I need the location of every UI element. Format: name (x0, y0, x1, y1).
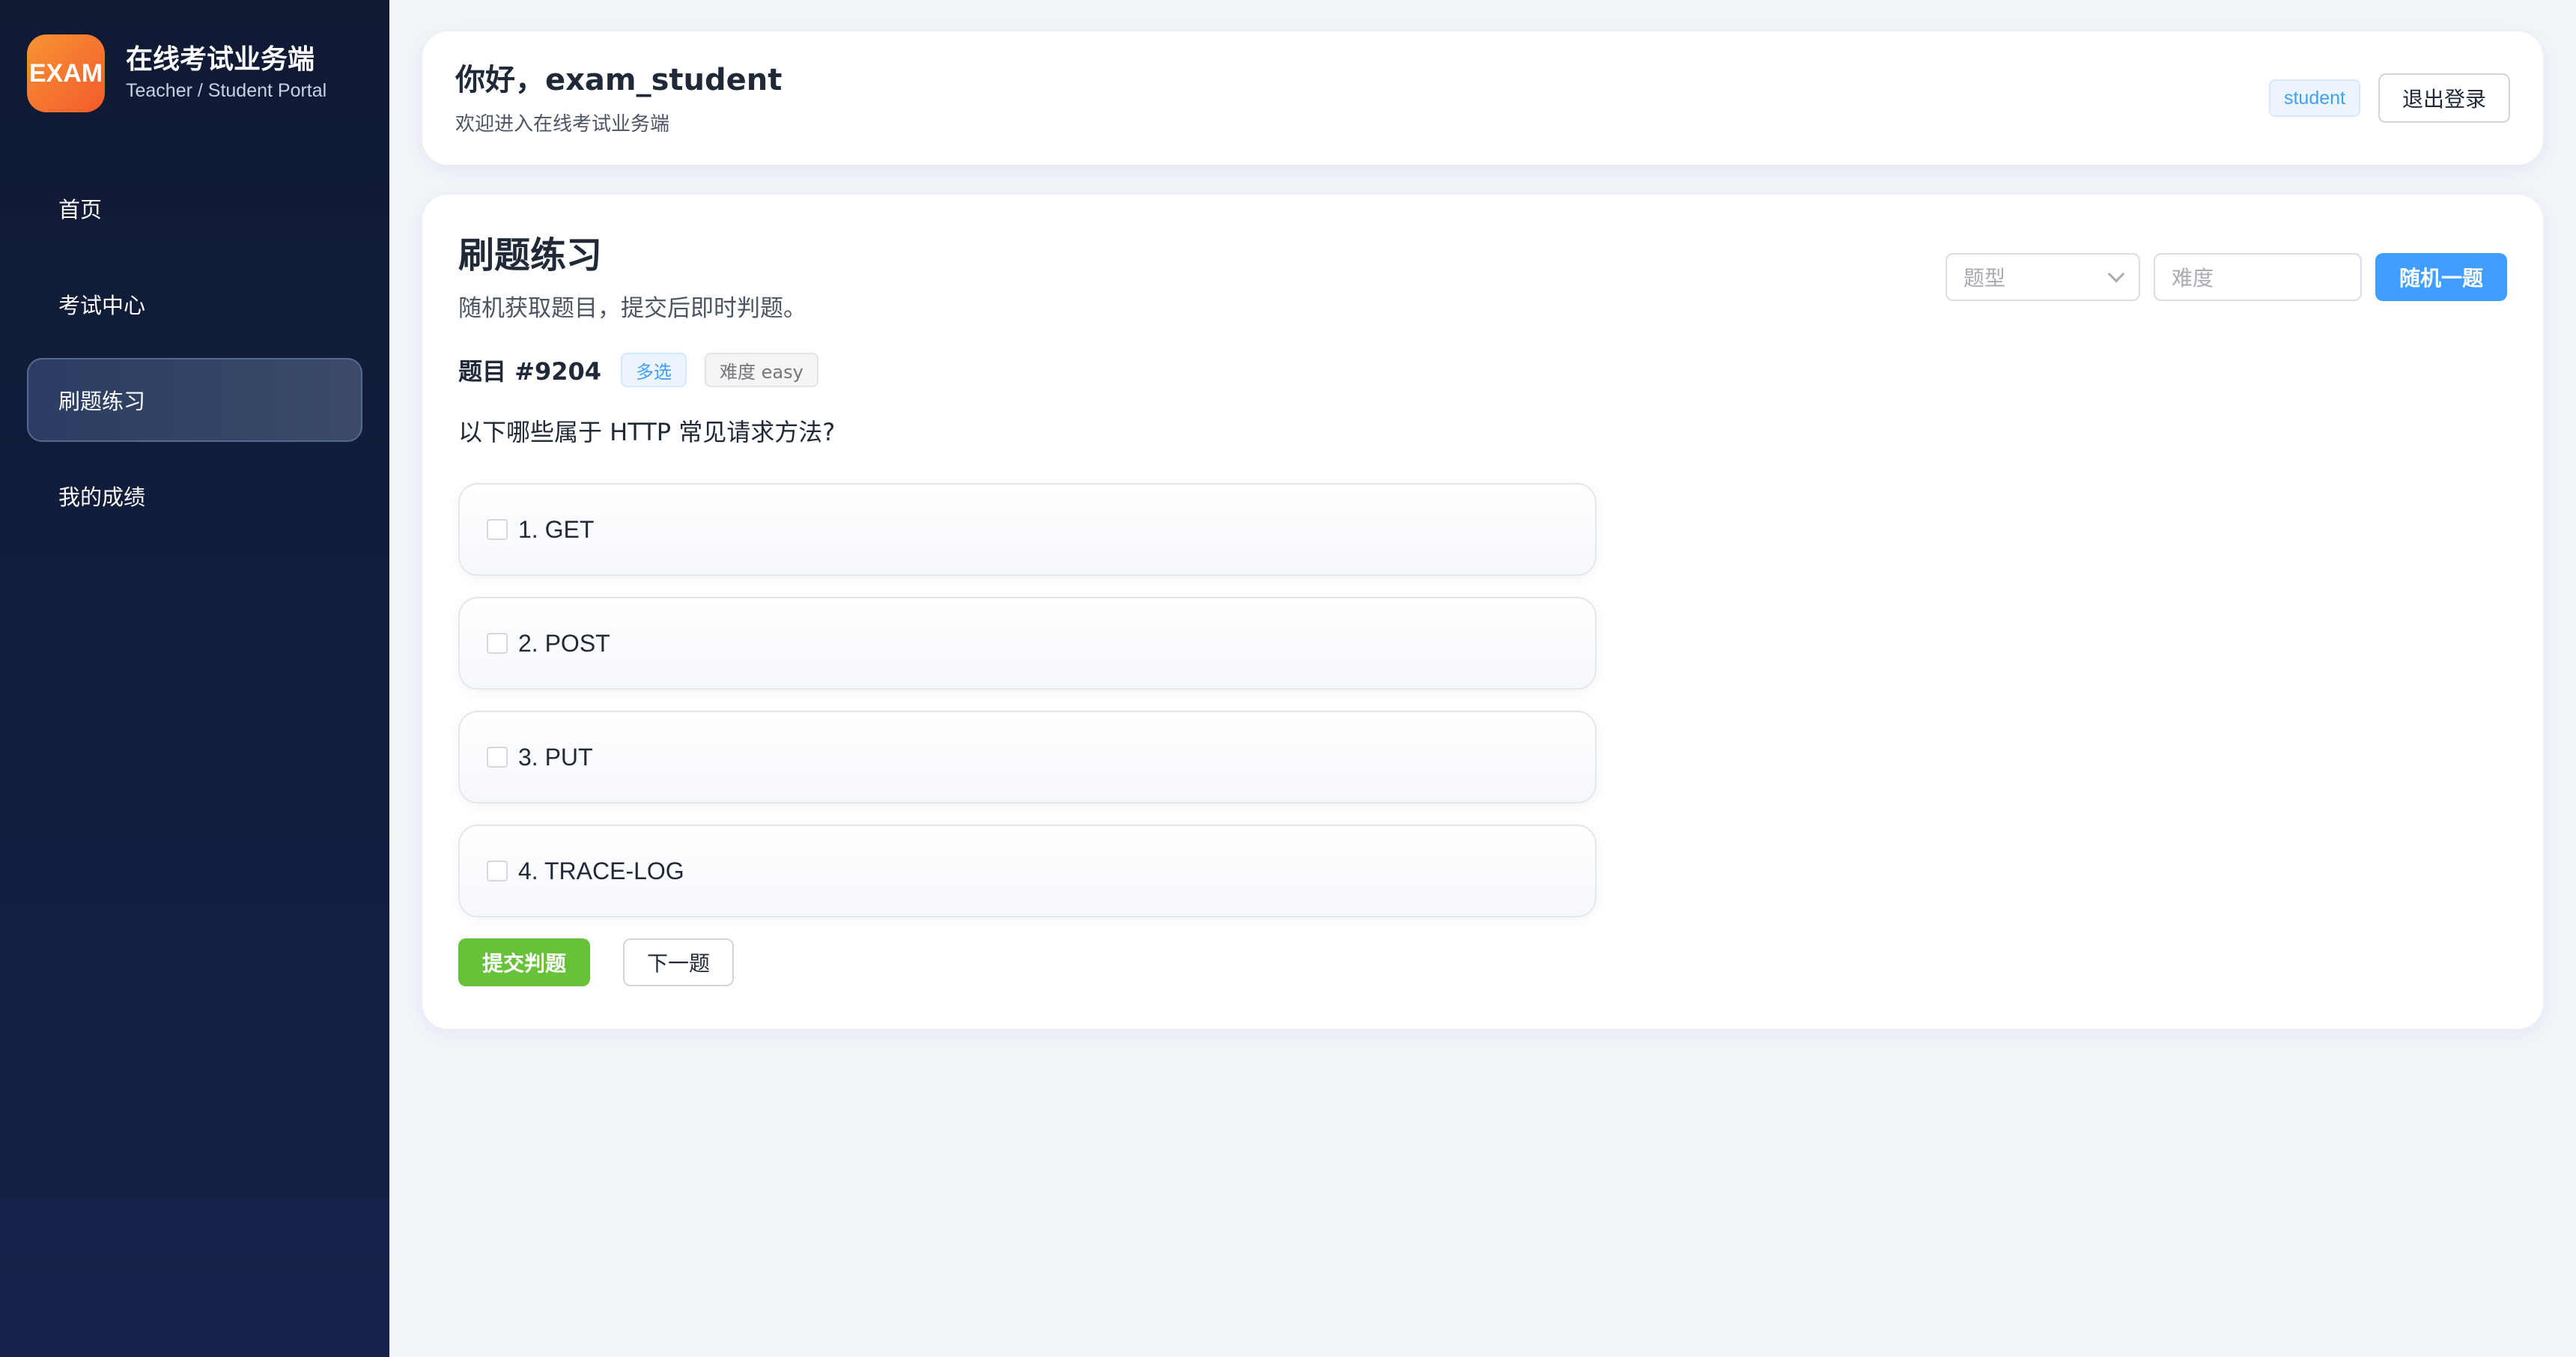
next-question-button[interactable]: 下一题 (623, 938, 735, 986)
option-checkbox[interactable] (487, 633, 508, 654)
brand-title: 在线考试业务端 (126, 44, 315, 75)
option-checkbox[interactable] (487, 747, 508, 768)
question-meta: 题目 #9204 多选 难度 easy (458, 353, 2507, 387)
option-label: 3. PUT (518, 743, 593, 771)
option-label: 2. POST (518, 629, 610, 657)
difficulty-input[interactable]: 难度 (2153, 253, 2362, 301)
option-item[interactable]: 2. POST (458, 597, 1597, 690)
practice-card: 刷题练习 随机获取题目，提交后即时判题。 题型 难度 随机一题 题目 #9204… (422, 195, 2543, 1029)
sidebar-item-label: 首页 (58, 197, 103, 222)
submit-answer-button[interactable]: 提交判题 (458, 938, 591, 986)
filter-bar: 题型 难度 随机一题 (1945, 253, 2507, 301)
random-question-button[interactable]: 随机一题 (2375, 253, 2507, 301)
sidebar-item-exam-center[interactable]: 考试中心 (27, 262, 362, 346)
brand: EXAM 在线考试业务端 Teacher / Student Portal (27, 34, 362, 112)
main-content: 你好，exam_student 欢迎进入在线考试业务端 student 退出登录… (389, 0, 2576, 1357)
option-item[interactable]: 4. TRACE-LOG (458, 825, 1597, 917)
sidebar-item-label: 刷题练习 (58, 389, 146, 414)
sidebar-item-home[interactable]: 首页 (27, 166, 362, 250)
options-list: 1. GET 2. POST 3. PUT 4. TRACE-LOG (458, 483, 1597, 917)
greeting-block: 你好，exam_student 欢迎进入在线考试业务端 (455, 61, 782, 136)
sidebar-item-practice[interactable]: 刷题练习 (27, 358, 362, 442)
brand-logo: EXAM (27, 34, 105, 112)
question-actions: 提交判题 下一题 (458, 938, 2507, 986)
sidebar-nav: 首页 考试中心 刷题练习 我的成绩 (27, 166, 362, 538)
brand-text: 在线考试业务端 Teacher / Student Portal (126, 43, 326, 103)
question-type-tag: 多选 (621, 353, 687, 387)
option-checkbox[interactable] (487, 519, 508, 540)
question-text: 以下哪些属于 HTTP 常见请求方法? (458, 418, 836, 446)
chevron-down-icon (2107, 265, 2125, 283)
option-item[interactable]: 1. GET (458, 483, 1597, 576)
sidebar: EXAM 在线考试业务端 Teacher / Student Portal 首页… (0, 0, 389, 1357)
difficulty-placeholder: 难度 (2171, 266, 2214, 291)
question-type-placeholder: 题型 (1963, 266, 2005, 291)
sidebar-item-label: 我的成绩 (58, 485, 146, 510)
brand-subtitle: Teacher / Student Portal (126, 80, 327, 101)
sidebar-item-label: 考试中心 (58, 293, 146, 318)
option-checkbox[interactable] (487, 860, 508, 881)
option-label: 4. TRACE-LOG (518, 857, 684, 884)
app-root: EXAM 在线考试业务端 Teacher / Student Portal 首页… (0, 0, 2576, 1357)
greeting-title: 你好，exam_student (455, 62, 783, 97)
greeting-subtitle: 欢迎进入在线考试业务端 (455, 112, 670, 136)
question-type-select[interactable]: 题型 (1945, 253, 2140, 301)
header-card: 你好，exam_student 欢迎进入在线考试业务端 student 退出登录 (422, 31, 2543, 165)
option-item[interactable]: 3. PUT (458, 711, 1597, 804)
logout-button[interactable]: 退出登录 (2378, 73, 2510, 123)
question-id: 题目 #9204 (458, 357, 602, 386)
option-label: 1. GET (518, 515, 595, 543)
sidebar-item-my-scores[interactable]: 我的成绩 (27, 454, 362, 538)
difficulty-tag: 难度 easy (705, 353, 818, 387)
header-actions: student 退出登录 (2268, 73, 2510, 123)
role-badge: student (2268, 79, 2360, 117)
